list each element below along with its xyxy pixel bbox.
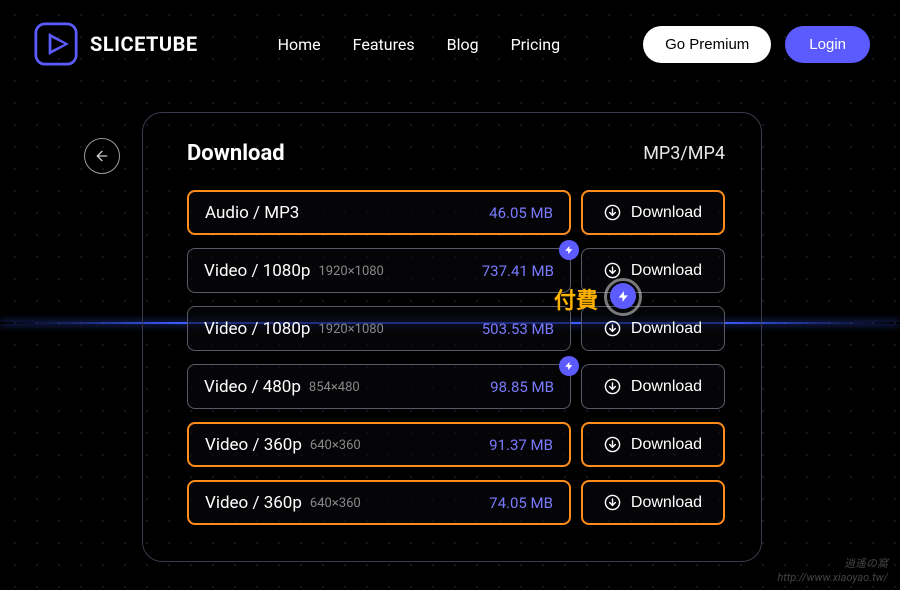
size-label: 91.37 MB <box>489 436 553 454</box>
format-label: Video / 360p <box>205 493 302 513</box>
download-button[interactable]: Download <box>581 422 725 467</box>
format-info: Video / 1080p 1920×1080 503.53 MB <box>187 306 571 351</box>
panel-header: Download MP3/MP4 <box>187 141 725 166</box>
panel-title: Download <box>187 141 285 166</box>
table-row: Video / 1080p 1920×1080 503.53 MB Download <box>187 306 725 351</box>
download-button[interactable]: Download <box>581 248 725 293</box>
brand-text: SLICETUBE <box>90 32 198 56</box>
resolution-label: 854×480 <box>309 380 360 395</box>
brand-icon <box>34 22 78 66</box>
paid-annotation-circle <box>604 278 642 316</box>
size-label: 46.05 MB <box>489 204 553 222</box>
nav-pricing[interactable]: Pricing <box>511 35 561 54</box>
panel-subtitle: MP3/MP4 <box>643 143 725 164</box>
bolt-icon <box>564 361 574 371</box>
table-row: Video / 360p 640×360 91.37 MB Download <box>187 422 725 467</box>
format-info: Audio / MP3 46.05 MB <box>187 190 571 235</box>
download-button-label: Download <box>631 204 702 222</box>
table-row: Video / 480p 854×480 98.85 MB Download <box>187 364 725 409</box>
watermark-line1: 逍遙の窩 <box>777 555 888 571</box>
download-button[interactable]: Download <box>581 480 725 525</box>
format-label: Video / 360p <box>205 435 302 455</box>
premium-badge <box>559 240 579 260</box>
size-label: 503.53 MB <box>482 320 554 338</box>
download-icon <box>604 320 621 337</box>
table-row: Video / 360p 640×360 74.05 MB Download <box>187 480 725 525</box>
format-info: Video / 360p 640×360 91.37 MB <box>187 422 571 467</box>
download-icon <box>604 262 621 279</box>
download-panel: Download MP3/MP4 Audio / MP3 46.05 MB Down… <box>142 112 762 562</box>
download-button-label: Download <box>631 494 702 512</box>
download-button[interactable]: Download <box>581 364 725 409</box>
back-button[interactable] <box>84 138 120 174</box>
arrow-left-icon <box>94 148 110 164</box>
premium-badge <box>559 356 579 376</box>
brand-wrap: SLICETUBE <box>34 22 198 66</box>
resolution-label: 1920×1080 <box>318 322 383 337</box>
download-button[interactable]: Download <box>581 190 725 235</box>
header-actions: Go Premium Login <box>643 26 870 63</box>
paid-annotation-label: 付費 <box>554 283 598 315</box>
nav-features[interactable]: Features <box>353 35 415 54</box>
size-label: 737.41 MB <box>482 262 554 280</box>
format-label: Video / 480p <box>204 377 301 397</box>
bolt-icon <box>564 245 574 255</box>
format-label: Video / 1080p <box>204 261 310 281</box>
download-icon <box>604 378 621 395</box>
resolution-label: 640×360 <box>310 438 361 453</box>
download-button-label: Download <box>631 378 702 396</box>
download-icon <box>604 204 621 221</box>
download-button-label: Download <box>631 320 702 338</box>
app-header: SLICETUBE Home Features Blog Pricing Go … <box>0 0 900 84</box>
download-button-label: Download <box>631 436 702 454</box>
table-row: Video / 1080p 1920×1080 737.41 MB Download <box>187 248 725 293</box>
size-label: 74.05 MB <box>489 494 553 512</box>
watermark: 逍遙の窩 http://www.xiaoyao.tw/ <box>777 555 888 584</box>
format-info: Video / 1080p 1920×1080 737.41 MB <box>187 248 571 293</box>
format-list: Audio / MP346.05 MBDownloadVideo / 1080p… <box>187 190 725 525</box>
resolution-label: 640×360 <box>310 496 361 511</box>
download-icon <box>604 494 621 511</box>
format-list-wrap: Audio / MP346.05 MBDownloadVideo / 1080p… <box>187 190 725 555</box>
size-label: 98.85 MB <box>490 378 554 396</box>
format-info: Video / 480p 854×480 98.85 MB <box>187 364 571 409</box>
format-info: Video / 360p 640×360 74.05 MB <box>187 480 571 525</box>
download-button-label: Download <box>631 262 702 280</box>
format-label: Audio / MP3 <box>205 203 299 223</box>
resolution-label: 1920×1080 <box>318 264 383 279</box>
go-premium-button[interactable]: Go Premium <box>643 26 771 63</box>
nav-home[interactable]: Home <box>278 35 321 54</box>
download-icon <box>604 436 621 453</box>
nav-blog[interactable]: Blog <box>447 35 479 54</box>
download-button[interactable]: Download <box>581 306 725 351</box>
watermark-line2: http://www.xiaoyao.tw/ <box>777 571 888 584</box>
table-row: Audio / MP3 46.05 MB Download <box>187 190 725 235</box>
format-label: Video / 1080p <box>204 319 310 339</box>
login-button[interactable]: Login <box>785 26 870 63</box>
main-nav: Home Features Blog Pricing <box>278 35 560 54</box>
